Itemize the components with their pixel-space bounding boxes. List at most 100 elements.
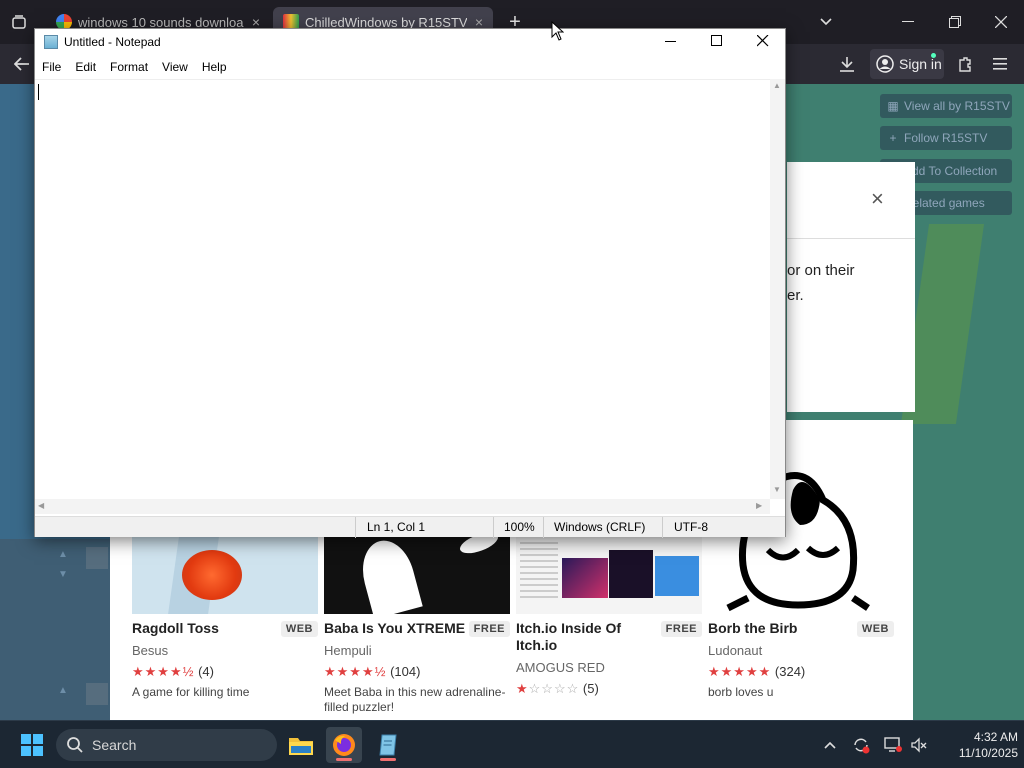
- network-icon[interactable]: [883, 735, 903, 755]
- cursor-position: Ln 1, Col 1: [367, 520, 426, 534]
- game-description: Meet Baba in this new adrenaline-filled …: [324, 685, 506, 714]
- game-rating: ★★★★½ (104): [324, 664, 420, 680]
- menu-help[interactable]: Help: [195, 60, 234, 74]
- game-rating: ★★★★½ (4): [132, 664, 214, 680]
- downloads-icon[interactable]: [836, 54, 858, 74]
- notepad-taskbar-button[interactable]: [370, 727, 406, 763]
- game-author[interactable]: AMOGUS RED: [516, 660, 605, 675]
- mouse-cursor-icon: [551, 21, 564, 41]
- volume-muted-icon[interactable]: [909, 735, 929, 755]
- search-icon: [67, 737, 83, 753]
- show-hidden-icons-chevron-icon[interactable]: [820, 735, 840, 755]
- tab-overview-icon[interactable]: [8, 12, 30, 32]
- rating-count: (4): [198, 664, 214, 679]
- modal-divider: [787, 238, 915, 239]
- scroll-down-icon[interactable]: ▼: [773, 485, 781, 494]
- rating-empty-stars: ☆☆☆☆: [528, 681, 580, 696]
- notepad-title-bar[interactable]: Untitled - Notepad: [35, 29, 785, 55]
- active-indicator: [336, 758, 352, 761]
- rating-stars: ★★★★½: [324, 664, 387, 679]
- notepad-status-bar: Ln 1, Col 1 100% Windows (CRLF) UTF-8: [35, 516, 785, 538]
- notepad-icon: [379, 734, 397, 756]
- clock-date: 11/10/2025: [958, 746, 1018, 760]
- follow-icon: +: [889, 131, 897, 145]
- avatar: [86, 683, 108, 705]
- folder-icon: [289, 738, 313, 755]
- grid-icon: ▦: [887, 99, 899, 113]
- notepad-title: Untitled - Notepad: [64, 35, 161, 49]
- back-arrow-icon[interactable]: [10, 54, 34, 74]
- platform-badge: WEB: [280, 621, 318, 637]
- platform-badge: WEB: [856, 621, 894, 637]
- platform-badge: FREE: [660, 621, 702, 637]
- vertical-scrollbar[interactable]: ▲ ▼: [770, 79, 785, 499]
- follow-button[interactable]: + Follow R15STV: [880, 126, 1012, 150]
- taskbar-search-box[interactable]: Search: [56, 729, 277, 761]
- firefox-icon: [333, 734, 355, 756]
- active-indicator: [380, 758, 396, 761]
- upvote-icon[interactable]: ▲: [58, 685, 68, 696]
- sign-in-label: Sign in: [899, 56, 942, 72]
- game-title[interactable]: Borb the Birb: [708, 620, 848, 637]
- menu-file[interactable]: File: [35, 60, 68, 74]
- game-author[interactable]: Ludonaut: [708, 643, 762, 658]
- modal-text-line2: er.: [787, 287, 804, 304]
- game-description: borb loves u: [708, 685, 774, 699]
- view-all-label: View all by R15STV: [904, 99, 1010, 113]
- menu-edit[interactable]: Edit: [68, 60, 103, 74]
- game-thumbnail[interactable]: [324, 530, 510, 614]
- taskbar: Search 4:32 AM 11/10/2025: [0, 720, 1024, 768]
- notepad-close-icon[interactable]: [756, 34, 773, 49]
- sync-alert-icon[interactable]: [851, 735, 871, 755]
- rating-count: (324): [774, 664, 806, 679]
- scroll-up-icon[interactable]: ▲: [773, 81, 781, 90]
- clock[interactable]: 4:32 AM 11/10/2025: [938, 729, 1018, 761]
- extensions-icon[interactable]: [954, 54, 976, 74]
- upvote-icon[interactable]: ▲: [58, 549, 68, 560]
- scroll-left-icon[interactable]: ◀: [38, 501, 44, 510]
- menu-view[interactable]: View: [155, 60, 195, 74]
- game-title[interactable]: Itch.io Inside Of Itch.io: [516, 620, 646, 654]
- downvote-icon[interactable]: ▼: [58, 569, 68, 580]
- file-explorer-button[interactable]: [283, 727, 319, 763]
- account-icon: [876, 55, 894, 73]
- game-author[interactable]: Besus: [132, 643, 168, 658]
- browser-restore-icon[interactable]: [943, 12, 967, 32]
- avatar: [86, 547, 108, 569]
- add-to-collection-label: Add To Collection: [904, 164, 998, 178]
- scroll-right-icon[interactable]: ▶: [756, 501, 762, 510]
- download-modal: × or on their er.: [787, 162, 915, 412]
- encoding: UTF-8: [674, 520, 708, 534]
- menu-format[interactable]: Format: [103, 60, 155, 74]
- game-thumbnail[interactable]: [132, 530, 318, 614]
- game-rating: ★☆☆☆☆ (5): [516, 681, 599, 697]
- rating-stars: ★★★★★: [708, 664, 772, 679]
- modal-close-icon[interactable]: ×: [871, 186, 884, 212]
- view-all-button[interactable]: ▦ View all by R15STV: [880, 94, 1012, 118]
- browser-minimize-icon[interactable]: [896, 12, 920, 32]
- browser-close-icon[interactable]: [989, 12, 1013, 32]
- game-thumbnail[interactable]: [516, 530, 702, 614]
- tab-list-chevron-icon[interactable]: [814, 12, 838, 32]
- start-button[interactable]: [14, 727, 50, 763]
- notepad-maximize-icon[interactable]: [711, 35, 727, 49]
- notepad-minimize-icon[interactable]: [665, 35, 681, 49]
- game-description: A game for killing time: [132, 685, 250, 699]
- zoom-level: 100%: [504, 520, 535, 534]
- line-ending: Windows (CRLF): [554, 520, 646, 534]
- game-title[interactable]: Ragdoll Toss: [132, 620, 272, 637]
- rating-stars: ★: [516, 681, 529, 696]
- game-author[interactable]: Hempuli: [324, 643, 372, 658]
- text-cursor: [38, 84, 39, 100]
- firefox-button[interactable]: [326, 727, 362, 763]
- related-games-label: Related games: [904, 196, 985, 210]
- platform-badge: FREE: [468, 621, 510, 637]
- menu-icon[interactable]: [989, 54, 1011, 74]
- game-title[interactable]: Baba Is You XTREME: [324, 620, 474, 637]
- horizontal-scrollbar[interactable]: ◀ ▶: [35, 499, 770, 514]
- clock-time: 4:32 AM: [973, 730, 1018, 744]
- notepad-text-area[interactable]: [35, 79, 770, 499]
- sign-in-button[interactable]: Sign in: [870, 49, 944, 79]
- notepad-app-icon: [44, 35, 58, 49]
- modal-text-line1: or on their: [787, 262, 855, 279]
